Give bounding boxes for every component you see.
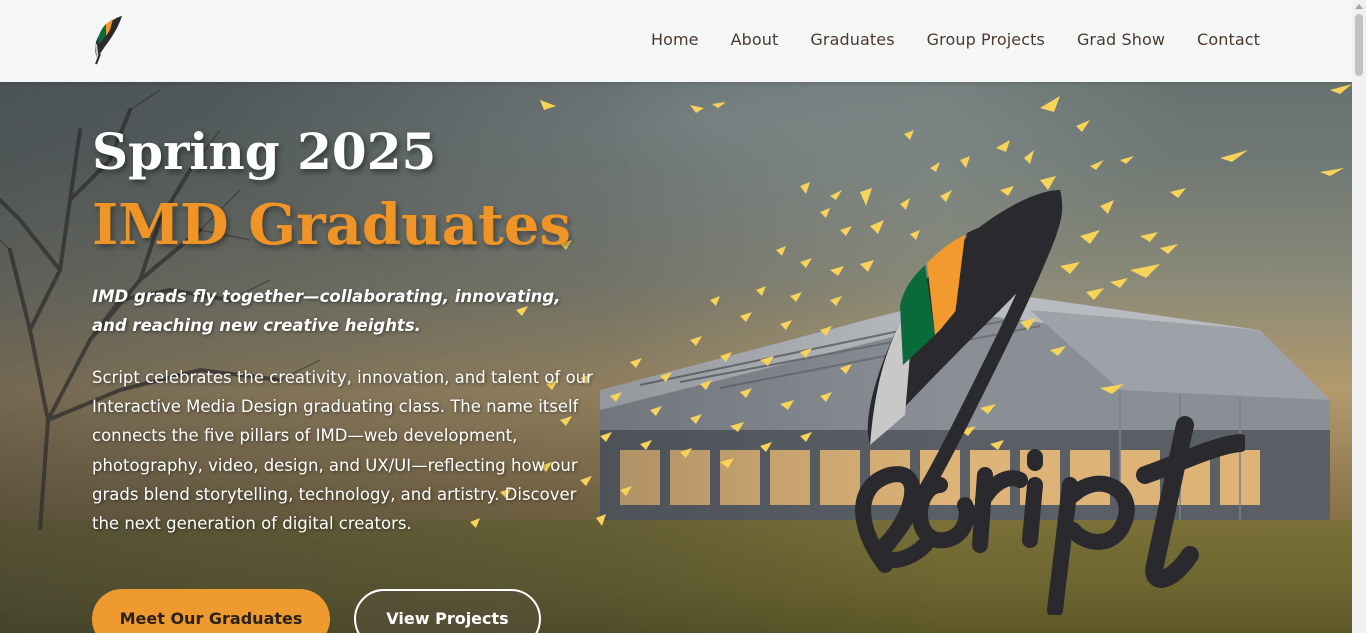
hero-description: Script celebrates the creativity, innova… <box>92 368 593 534</box>
meet-graduates-button[interactable]: Meet Our Graduates <box>92 589 330 633</box>
nav-group-projects-link[interactable]: Group Projects <box>927 30 1045 49</box>
hero-content: Spring 2025 IMD Graduates IMD grads fly … <box>92 120 612 538</box>
hero-tagline: IMD grads fly together—collaborating, in… <box>92 287 561 335</box>
scroll-up-arrow-icon[interactable] <box>1355 4 1363 9</box>
hero-title-year: Spring 2025 <box>92 122 437 181</box>
hero-title-graduates: IMD Graduates <box>92 192 572 258</box>
scrollbar-thumb[interactable] <box>1355 14 1363 76</box>
page-scrollbar[interactable] <box>1352 0 1366 633</box>
top-navbar: Home About Graduates Group Projects Grad… <box>0 0 1352 82</box>
nav-home-link[interactable]: Home <box>651 30 699 49</box>
nav-about-link[interactable]: About <box>731 30 779 49</box>
quill-feather-icon[interactable] <box>92 14 126 66</box>
nav-links: Home About Graduates Group Projects Grad… <box>651 30 1260 49</box>
hero-buttons: Meet Our Graduates View Projects <box>92 589 541 633</box>
nav-contact-link[interactable]: Contact <box>1197 30 1260 49</box>
script-quill-logo-icon <box>855 190 1245 615</box>
view-projects-button[interactable]: View Projects <box>354 589 541 633</box>
nav-grad-show-link[interactable]: Grad Show <box>1077 30 1165 49</box>
nav-graduates-link[interactable]: Graduates <box>810 30 894 49</box>
